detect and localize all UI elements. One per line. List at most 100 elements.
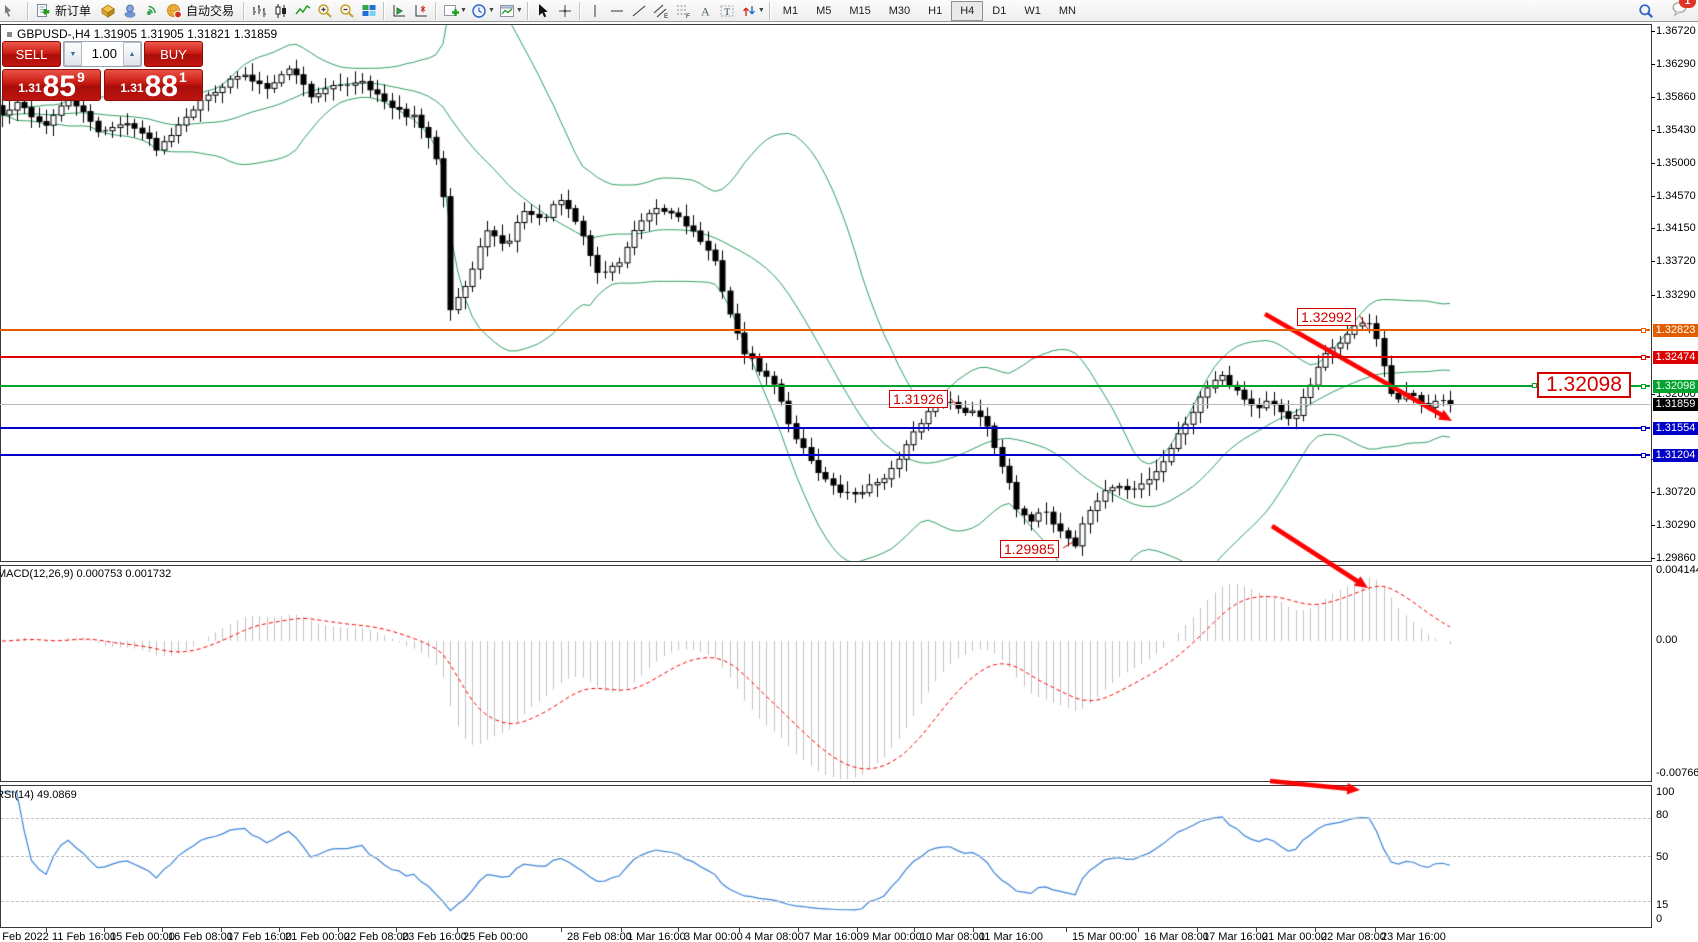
rsi-axis-50: 50 bbox=[1656, 851, 1668, 863]
periods-icon[interactable] bbox=[468, 1, 490, 21]
templates-icon[interactable] bbox=[496, 1, 518, 21]
autotrade-label[interactable]: 自动交易 bbox=[186, 2, 234, 19]
price-callout-1.29985[interactable]: 1.29985 bbox=[1000, 540, 1059, 558]
rsi-axis-100: 100 bbox=[1656, 786, 1674, 798]
auto-scroll-icon[interactable] bbox=[388, 1, 410, 21]
templates-dropdown-caret[interactable]: ▼ bbox=[516, 7, 523, 14]
candlestick-chart-icon[interactable] bbox=[270, 1, 292, 21]
sell-price-box[interactable]: 1.31 85 9 bbox=[2, 69, 101, 101]
rsi-axis-15: 15 bbox=[1656, 899, 1668, 911]
bar-chart-icon[interactable] bbox=[248, 1, 270, 21]
text-tool-icon[interactable] bbox=[694, 1, 716, 21]
autotrade-icon[interactable] bbox=[163, 1, 185, 21]
price-callout-1.31926[interactable]: 1.31926 bbox=[889, 390, 948, 408]
price-tick-label: 1.33720 bbox=[1656, 255, 1696, 267]
timeframe-button-m15[interactable]: M15 bbox=[840, 1, 879, 21]
price-callout-1.32992[interactable]: 1.32992 bbox=[1297, 308, 1356, 326]
profile-icon[interactable] bbox=[119, 1, 141, 21]
price-callout-big[interactable]: 1.32098 bbox=[1537, 372, 1631, 398]
volume-increase-button[interactable]: ▲ bbox=[123, 42, 141, 66]
hline-level-1.31859[interactable] bbox=[0, 404, 1650, 405]
sell-price-sup: 9 bbox=[77, 69, 85, 85]
channel-tool-icon[interactable] bbox=[650, 1, 672, 21]
buy-button[interactable]: BUY bbox=[144, 41, 203, 67]
rsi-axis-0: 0 bbox=[1656, 913, 1662, 925]
timeframe-button-m30[interactable]: M30 bbox=[880, 1, 919, 21]
price-tick-label: 1.36290 bbox=[1656, 58, 1696, 70]
volume-decrease-button[interactable]: ▼ bbox=[64, 42, 82, 66]
tile-windows-icon[interactable] bbox=[358, 1, 380, 21]
toolbar-separator bbox=[769, 2, 771, 20]
line-anchor-handle[interactable] bbox=[1641, 355, 1646, 360]
chart-canvas[interactable] bbox=[0, 0, 1698, 942]
toolbar-separator bbox=[579, 2, 581, 20]
notification-badge[interactable]: 1 bbox=[1679, 0, 1696, 8]
crosshair-tool-icon[interactable] bbox=[554, 1, 576, 21]
cursor-tool-icon[interactable] bbox=[532, 1, 554, 21]
periods-dropdown-caret[interactable]: ▼ bbox=[488, 7, 495, 14]
volume-spinner: ▼ 1.00 ▲ bbox=[63, 41, 142, 67]
rsi-level-50 bbox=[1, 856, 1651, 857]
partial-cursor-icon bbox=[2, 1, 24, 21]
toolbar-separator bbox=[527, 2, 529, 20]
vertical-line-tool-icon[interactable] bbox=[584, 1, 606, 21]
toolbar-right: 1 bbox=[1635, 0, 1698, 22]
package-icon[interactable] bbox=[97, 1, 119, 21]
timeframe-toolbar: M1M5M15M30H1H4D1W1MN bbox=[774, 1, 1085, 21]
buy-price-sup: 1 bbox=[179, 69, 187, 85]
price-tag-1.32098: 1.32098 bbox=[1653, 380, 1698, 393]
toolbar: 新订单 自动交易 ▼ ▼ ▼ ▼ M1M5 bbox=[0, 0, 1698, 22]
toolbar-separator bbox=[383, 2, 385, 20]
search-icon[interactable] bbox=[1635, 1, 1657, 21]
text-label-tool-icon[interactable] bbox=[716, 1, 738, 21]
line-anchor-handle[interactable] bbox=[1641, 426, 1646, 431]
timeframe-button-m5[interactable]: M5 bbox=[807, 1, 840, 21]
line-anchor-handle[interactable] bbox=[1641, 453, 1646, 458]
new-order-label[interactable]: 新订单 bbox=[55, 2, 91, 19]
hline-level-1.31204[interactable] bbox=[0, 454, 1650, 456]
timeframe-button-h1[interactable]: H1 bbox=[919, 1, 951, 21]
horizontal-line-tool-icon[interactable] bbox=[606, 1, 628, 21]
timeframe-button-mn[interactable]: MN bbox=[1050, 1, 1085, 21]
zoom-in-icon[interactable] bbox=[314, 1, 336, 21]
hline-level-1.32823[interactable] bbox=[0, 329, 1650, 331]
signal-icon[interactable] bbox=[141, 1, 163, 21]
volume-value[interactable]: 1.00 bbox=[82, 42, 123, 66]
price-tag-1.31554: 1.31554 bbox=[1653, 422, 1698, 435]
price-tick-label: 1.36720 bbox=[1656, 25, 1696, 37]
mt4-window: 新订单 自动交易 ▼ ▼ ▼ ▼ M1M5 bbox=[0, 0, 1698, 942]
arrows-dropdown-caret[interactable]: ▼ bbox=[758, 7, 765, 14]
chart-title: GBPUSD-,H4 1.31905 1.31905 1.31821 1.318… bbox=[7, 27, 277, 41]
arrows-tool-icon[interactable] bbox=[738, 1, 760, 21]
buy-price-box[interactable]: 1.31 88 1 bbox=[104, 69, 203, 101]
hline-level-1.32098[interactable] bbox=[0, 385, 1650, 387]
macd-label: MACD(12,26,9) 0.000753 0.001732 bbox=[0, 568, 171, 580]
sell-button[interactable]: SELL bbox=[2, 41, 61, 67]
timeframe-button-m1[interactable]: M1 bbox=[774, 1, 807, 21]
line-anchor-handle[interactable] bbox=[1641, 384, 1646, 389]
zoom-out-icon[interactable] bbox=[336, 1, 358, 21]
indicators-icon[interactable] bbox=[440, 1, 462, 21]
trendline-tool-icon[interactable] bbox=[628, 1, 650, 21]
macd-axis-min: -0.007664 bbox=[1656, 767, 1698, 779]
timeframe-button-h4[interactable]: H4 bbox=[951, 1, 983, 21]
rsi-label: RSI(14) 49.0869 bbox=[0, 789, 77, 801]
line-chart-icon[interactable] bbox=[292, 1, 314, 21]
price-tick-label: 1.35860 bbox=[1656, 91, 1696, 103]
line-anchor-handle[interactable] bbox=[1641, 328, 1646, 333]
price-tag-1.31204: 1.31204 bbox=[1653, 449, 1698, 462]
new-order-icon[interactable] bbox=[32, 1, 54, 21]
price-tag-1.32823: 1.32823 bbox=[1653, 324, 1698, 337]
chat-icon[interactable]: 1 bbox=[1671, 0, 1688, 22]
toolbar-separator bbox=[243, 2, 245, 20]
hline-level-1.31554[interactable] bbox=[0, 427, 1650, 429]
hline-level-1.32474[interactable] bbox=[0, 356, 1650, 358]
price-tick-label: 1.34150 bbox=[1656, 222, 1696, 234]
timeframe-button-w1[interactable]: W1 bbox=[1015, 1, 1050, 21]
indicators-dropdown-caret[interactable]: ▼ bbox=[460, 7, 467, 14]
rsi-level-15 bbox=[1, 901, 1651, 902]
sell-price-big: 85 bbox=[43, 74, 76, 100]
chart-shift-icon[interactable] bbox=[410, 1, 432, 21]
timeframe-button-d1[interactable]: D1 bbox=[983, 1, 1015, 21]
fibonacci-tool-icon[interactable] bbox=[672, 1, 694, 21]
